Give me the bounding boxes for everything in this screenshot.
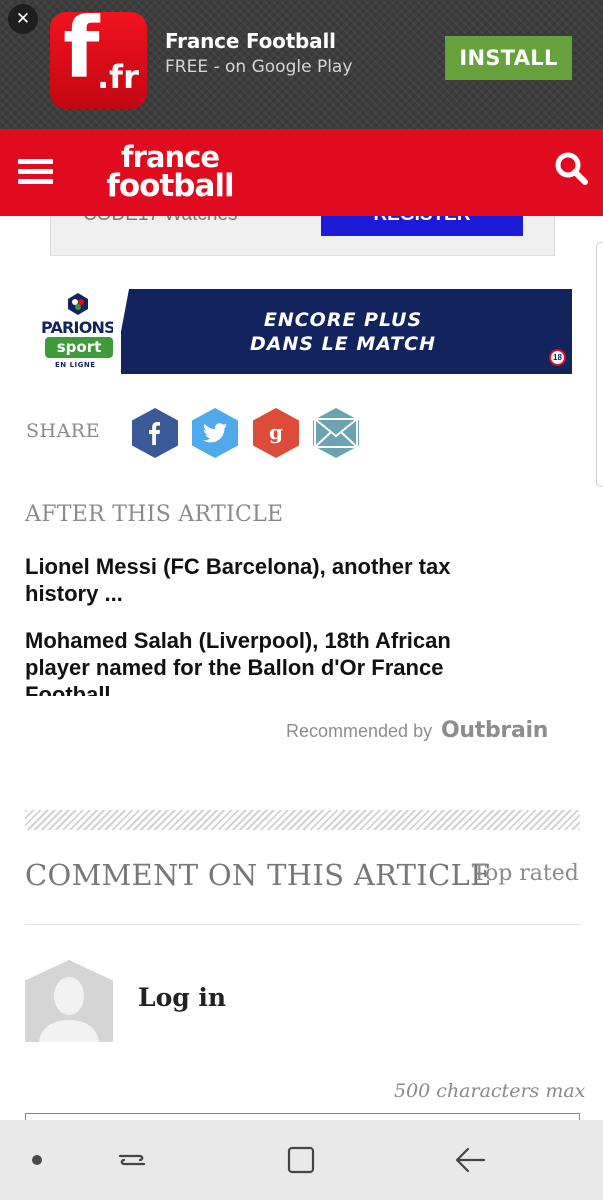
twitter-icon — [203, 423, 227, 443]
app-logo-suffix: .fr — [97, 58, 139, 96]
comment-sort-top-rated[interactable]: Top rated — [472, 861, 579, 886]
char-limit-hint: 500 characters max — [394, 1080, 586, 1102]
svg-text:g: g — [269, 422, 283, 444]
close-icon[interactable]: ✕ — [8, 4, 38, 34]
google-plus-icon: g — [269, 422, 283, 444]
after-article-title: AFTER THIS ARTICLE — [25, 502, 284, 527]
parions-ad-divider — [113, 289, 129, 374]
top-ad-register-button[interactable]: REGISTER — [321, 216, 523, 236]
comment-section-title: COMMENT ON THIS ARTICLE — [25, 858, 492, 892]
age-badge: 18 — [549, 349, 566, 366]
parions-brand-tagline: EN LIGNE — [55, 361, 96, 369]
system-navigation-bar — [0, 1120, 603, 1200]
top-ad-text: CODE17 Watches — [83, 216, 238, 226]
app-subtitle: FREE - on Google Play — [165, 57, 353, 77]
user-silhouette-icon — [39, 977, 99, 1042]
login-link[interactable]: Log in — [138, 983, 226, 1012]
recents-icon[interactable] — [114, 1142, 150, 1178]
parions-logo-mark-icon — [68, 293, 88, 315]
parions-sport-ad[interactable]: PARIONS sport EN LIGNE ENCORE PLUS DANS … — [33, 289, 572, 374]
share-twitter-button[interactable] — [192, 408, 238, 458]
site-logo-line2: football — [106, 168, 234, 205]
dot-icon[interactable] — [32, 1155, 42, 1165]
outbrain-logo[interactable]: Outbrain — [441, 718, 548, 743]
install-button[interactable]: INSTALL — [445, 36, 572, 80]
search-icon[interactable] — [553, 150, 589, 186]
comment-divider — [25, 924, 580, 925]
top-ad-box[interactable]: CODE17 Watches REGISTER — [50, 216, 555, 256]
hamburger-menu-icon[interactable] — [18, 159, 53, 184]
site-header: france football — [0, 129, 603, 216]
site-logo-line1: france — [121, 140, 220, 174]
app-logo: f .fr — [50, 12, 147, 109]
share-email-button[interactable] — [313, 408, 359, 458]
parions-headline-line2: DANS LE MATCH — [250, 333, 436, 355]
home-icon[interactable] — [283, 1142, 319, 1178]
related-article-link[interactable]: Mohamed Salah (Liverpool), 18th African … — [25, 627, 485, 696]
share-google-plus-button[interactable]: g — [253, 408, 299, 458]
recommended-by-label: Recommended by — [286, 721, 433, 741]
mail-icon — [314, 418, 358, 448]
facebook-icon — [149, 422, 160, 445]
app-name: France Football — [165, 29, 336, 53]
related-article-link[interactable]: Lionel Messi (FC Barcelona), another tax… — [25, 553, 485, 607]
parions-brand-name: PARIONS — [41, 318, 116, 337]
top-ad-register-label: REGISTER — [321, 216, 523, 226]
app-install-banner: ✕ f .fr France Football FREE - on Google… — [0, 0, 603, 129]
back-icon[interactable] — [452, 1142, 488, 1178]
share-facebook-button[interactable] — [132, 408, 178, 458]
app-logo-letter: f — [63, 12, 100, 97]
share-label: SHARE — [26, 420, 100, 442]
parions-brand-sport: sport — [45, 337, 113, 358]
parions-ad-headline: ENCORE PLUS DANS LE MATCH — [133, 308, 553, 356]
site-logo[interactable]: france football — [105, 140, 235, 205]
avatar — [25, 960, 113, 1042]
section-divider-hatch — [25, 810, 580, 830]
scroll-indicator[interactable] — [596, 242, 603, 487]
parions-headline-line1: ENCORE PLUS — [263, 309, 423, 331]
